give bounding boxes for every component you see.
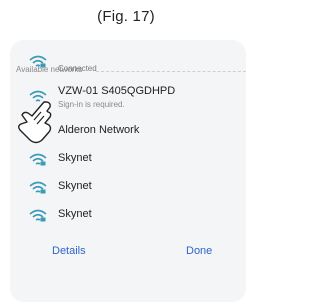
wifi-secured-icon (29, 153, 47, 166)
network-ssid: VZW-01 S405QGDHPD (58, 85, 176, 97)
network-sub: Sign-in is required. (58, 100, 125, 109)
available-networks-header: Available networks (16, 65, 83, 74)
network-ssid: Skynet (58, 180, 92, 192)
details-button[interactable]: Details (52, 245, 86, 257)
hand-pointer-icon (18, 101, 52, 144)
wifi-networks-panel: Connected Available networks VZW-01 S405… (10, 40, 246, 302)
section-divider (96, 71, 246, 72)
network-ssid: Skynet (58, 152, 92, 164)
figure-caption: (Fig. 17) (97, 8, 155, 25)
wifi-secured-icon (29, 181, 47, 194)
network-ssid: Skynet (58, 208, 92, 220)
done-button[interactable]: Done (186, 245, 212, 257)
wifi-secured-icon (29, 209, 47, 222)
network-ssid: Alderon Network (58, 124, 140, 136)
